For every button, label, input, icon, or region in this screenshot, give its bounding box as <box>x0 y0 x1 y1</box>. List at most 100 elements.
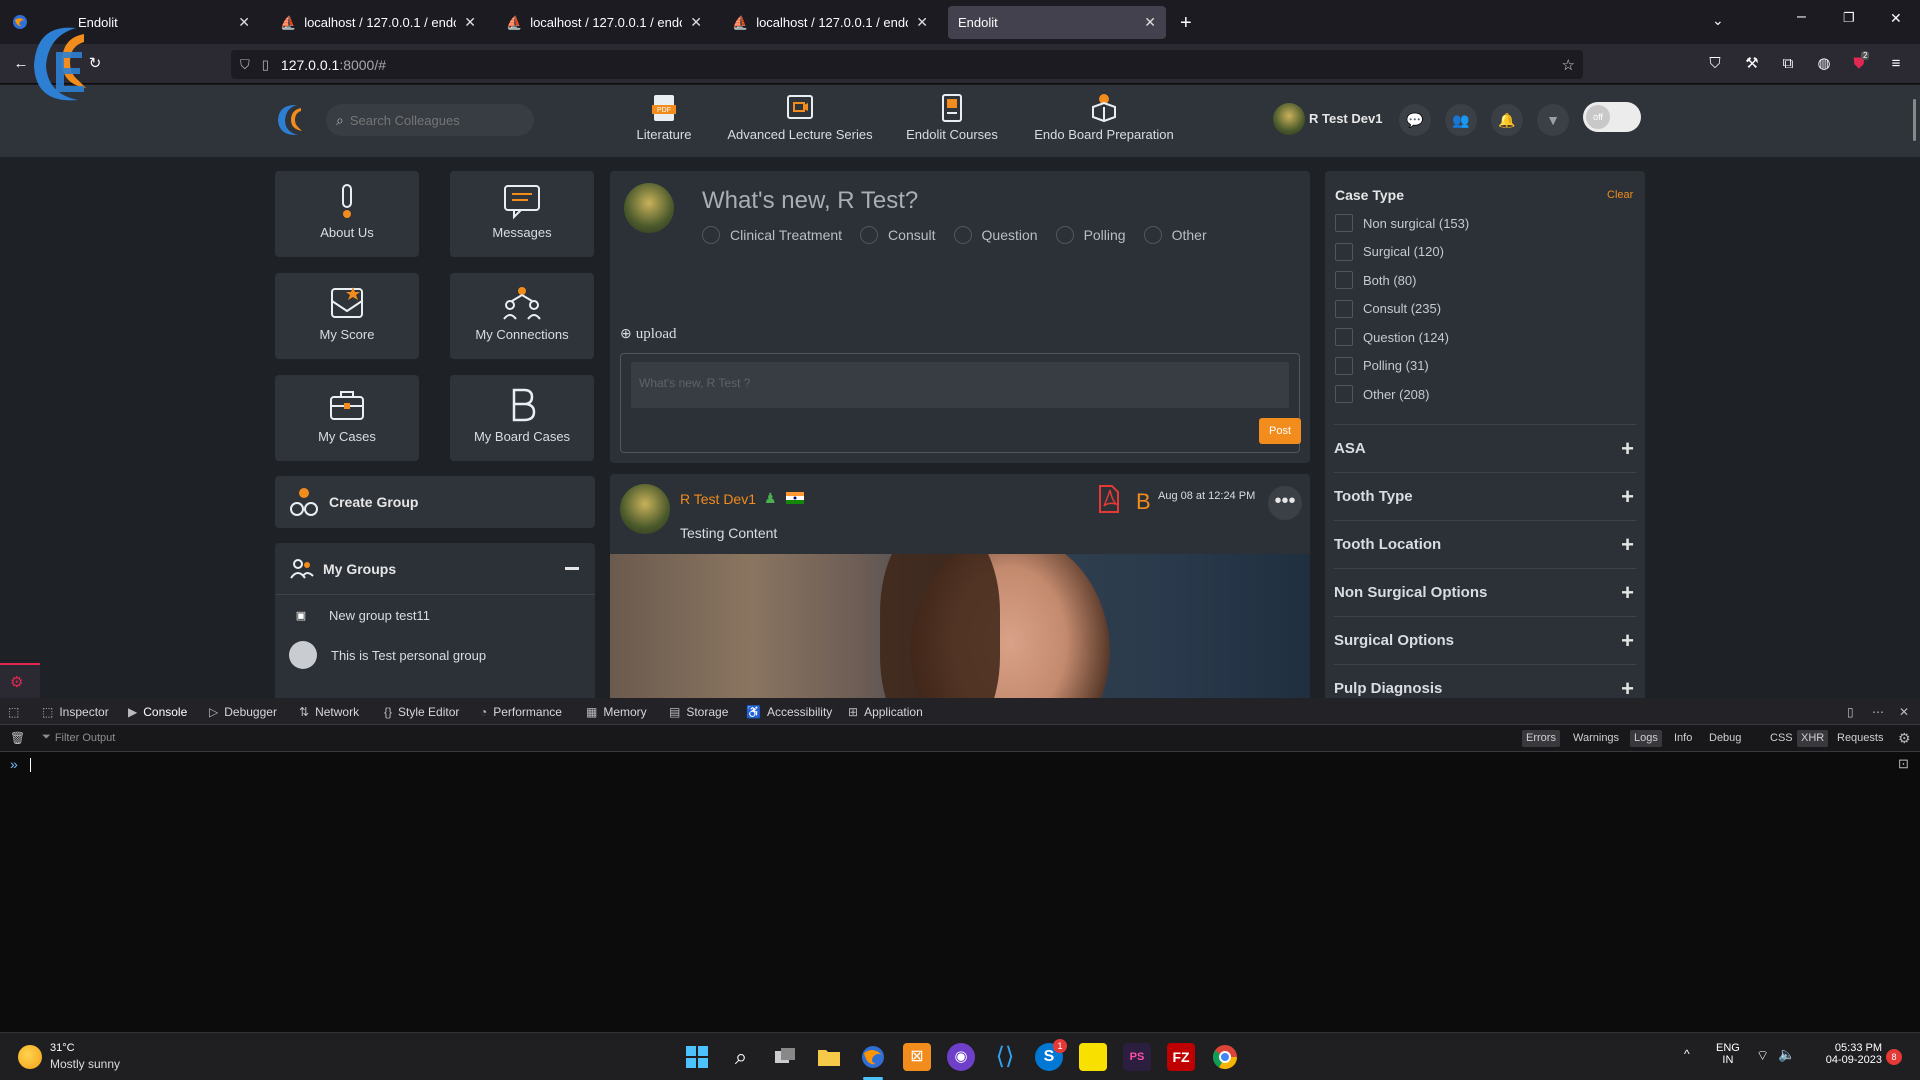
browser-tab-active[interactable]: Endolit ✕ <box>948 6 1166 39</box>
firefox-taskbar-icon[interactable] <box>859 1043 887 1071</box>
notification-badge[interactable]: 8 <box>1886 1049 1902 1065</box>
new-tab-icon[interactable]: + <box>1180 12 1192 35</box>
list-tabs-icon[interactable]: ⌄ <box>1712 12 1724 29</box>
tab-console[interactable]: ▶ Console <box>128 698 187 725</box>
page-scrollbar[interactable] <box>1913 99 1916 141</box>
pdf-icon[interactable] <box>1098 484 1120 514</box>
search-colleagues[interactable]: ⌕ <box>326 104 534 136</box>
close-devtools-icon[interactable]: ✕ <box>1899 698 1915 725</box>
chat-icon[interactable]: 💬 <box>1399 104 1431 136</box>
wrench-icon[interactable]: ⚒ <box>1743 55 1761 73</box>
wifi-icon[interactable]: ⌔ <box>1756 1047 1769 1065</box>
my-groups-header[interactable]: My Groups <box>275 543 595 595</box>
tab-application[interactable]: ⊞ Application <box>848 698 923 725</box>
group-item[interactable]: ▣ New group test11 <box>275 595 595 635</box>
filter-checkbox[interactable]: Polling (31) <box>1335 352 1635 381</box>
accordion-tooth-location[interactable]: Tooth Location + <box>1334 520 1636 568</box>
tab-inspector[interactable]: ⬚ Inspector <box>42 698 109 725</box>
chrome-icon[interactable] <box>1211 1043 1239 1071</box>
radio-consult[interactable]: Consult <box>860 226 936 244</box>
nav-endolit-courses[interactable]: Endolit Courses <box>896 93 1008 142</box>
task-view-icon[interactable] <box>771 1043 799 1071</box>
close-tab-icon[interactable]: ✕ <box>916 14 928 31</box>
tile-messages[interactable]: Messages <box>450 171 594 257</box>
post-more-options-icon[interactable]: ••• <box>1268 486 1302 520</box>
user-avatar[interactable] <box>1273 103 1305 135</box>
tile-my-cases[interactable]: My Cases <box>275 375 419 461</box>
close-window-icon[interactable]: ✕ <box>1890 10 1902 27</box>
bookmark-star-icon[interactable]: ☆ <box>1562 56 1575 74</box>
radio-clinical-treatment[interactable]: Clinical Treatment <box>702 226 842 244</box>
show-hidden-icons[interactable]: ^ <box>1684 1047 1690 1061</box>
tab-performance[interactable]: ◔ Performance <box>480 698 562 725</box>
menu-icon[interactable]: ≡ <box>1887 55 1905 73</box>
pick-element-icon[interactable]: ⬚ <box>8 698 25 725</box>
search-input[interactable] <box>349 112 520 128</box>
accordion-surgical-options[interactable]: Surgical Options + <box>1334 616 1636 664</box>
group-item[interactable]: This is Test personal group <box>275 635 595 675</box>
filter-debug[interactable]: Debug <box>1705 730 1745 747</box>
tile-my-board-cases[interactable]: My Board Cases <box>450 375 594 461</box>
tab-memory[interactable]: ▦ Memory <box>586 698 647 725</box>
console-input[interactable] <box>30 758 31 772</box>
close-tab-icon[interactable]: ✕ <box>690 14 702 31</box>
close-tab-icon[interactable]: ✕ <box>464 14 476 31</box>
tab-storage[interactable]: ▤ Storage <box>669 698 728 725</box>
filter-checkbox[interactable]: Question (124) <box>1335 323 1635 352</box>
filter-requests[interactable]: Requests <box>1833 730 1887 747</box>
weather-sun-icon[interactable] <box>18 1045 42 1069</box>
filter-checkbox[interactable]: Both (80) <box>1335 266 1635 295</box>
pocket-icon[interactable]: ⛉ <box>1706 55 1724 73</box>
post-author-avatar[interactable] <box>620 484 670 534</box>
browser-tab[interactable]: ⛵ localhost / 127.0.0.1 / endolito_ ✕ <box>270 6 486 39</box>
composer-textarea[interactable]: What's new, R Test ? <box>631 362 1289 408</box>
volume-icon[interactable]: 🔈 <box>1778 1046 1795 1063</box>
filter-checkbox[interactable]: Other (208) <box>1335 380 1635 409</box>
tab-style-editor[interactable]: {} Style Editor <box>384 698 459 725</box>
editor-mode-icon[interactable]: ⊡ <box>1898 756 1909 772</box>
clear-filters-link[interactable]: Clear <box>1607 189 1633 201</box>
filter-info[interactable]: Info <box>1670 730 1696 747</box>
tab-debugger[interactable]: ▷ Debugger <box>209 698 277 725</box>
filter-checkbox[interactable]: Surgical (120) <box>1335 238 1635 267</box>
tab-accessibility[interactable]: ♿ Accessibility <box>746 698 832 725</box>
collapse-icon[interactable] <box>565 567 579 570</box>
tab-network[interactable]: ⇅ Network <box>299 698 359 725</box>
nav-endo-board-preparation[interactable]: Endo Board Preparation <box>1026 93 1182 142</box>
devtools-menu-icon[interactable]: ⋯ <box>1872 698 1890 725</box>
connections-icon[interactable]: 👥 <box>1445 104 1477 136</box>
accordion-tooth-type[interactable]: Tooth Type + <box>1334 472 1636 520</box>
phpstorm-icon[interactable]: PS <box>1123 1043 1151 1071</box>
nav-advanced-lecture-series[interactable]: Advanced Lecture Series <box>720 93 880 142</box>
filter-xhr[interactable]: XHR <box>1797 730 1829 747</box>
filter-logs[interactable]: Logs <box>1630 730 1662 747</box>
github-desktop-icon[interactable]: ◉ <box>947 1043 975 1071</box>
tile-my-score[interactable]: My Score <box>275 273 419 359</box>
close-tab-icon[interactable]: ✕ <box>1144 14 1156 31</box>
filter-output-input[interactable]: ⏷ Filter Output <box>42 731 115 744</box>
upload-button[interactable]: ⊕ upload <box>620 326 677 343</box>
nav-literature[interactable]: PDF Literature <box>620 93 708 142</box>
extensions-icon[interactable]: ⧉ <box>1779 55 1797 73</box>
close-tab-icon[interactable]: ✕ <box>238 14 250 31</box>
dropdown-caret-icon[interactable]: ▼ <box>1537 104 1569 136</box>
radio-question[interactable]: Question <box>953 226 1038 244</box>
globe-icon[interactable]: ◍ <box>1815 55 1833 73</box>
weather-temp[interactable]: 31°C <box>50 1042 75 1054</box>
xampp-icon[interactable]: ⊠ <box>903 1043 931 1071</box>
radio-polling[interactable]: Polling <box>1055 226 1126 244</box>
windows-start-icon[interactable] <box>683 1043 711 1071</box>
clear-console-icon[interactable]: 🗑 <box>10 731 25 745</box>
filezilla-icon[interactable]: FZ <box>1167 1043 1195 1071</box>
tile-my-connections[interactable]: My Connections <box>450 273 594 359</box>
browser-tab[interactable]: ⛵ localhost / 127.0.0.1 / endolito_ ✕ <box>722 6 938 39</box>
tile-about-us[interactable]: About Us <box>275 171 419 257</box>
weather-desc[interactable]: Mostly sunny <box>50 1057 120 1071</box>
post-button[interactable]: Post <box>1259 418 1301 444</box>
accordion-non-surgical-options[interactable]: Non Surgical Options + <box>1334 568 1636 616</box>
accordion-pulp-diagnosis[interactable]: Pulp Diagnosis + <box>1334 664 1636 698</box>
browser-tab[interactable]: ⛵ localhost / 127.0.0.1 / endolito_ ✕ <box>496 6 712 39</box>
filter-warnings[interactable]: Warnings <box>1569 730 1623 747</box>
minimize-icon[interactable]: – <box>1797 8 1806 26</box>
filter-checkbox[interactable]: Consult (235) <box>1335 295 1635 324</box>
